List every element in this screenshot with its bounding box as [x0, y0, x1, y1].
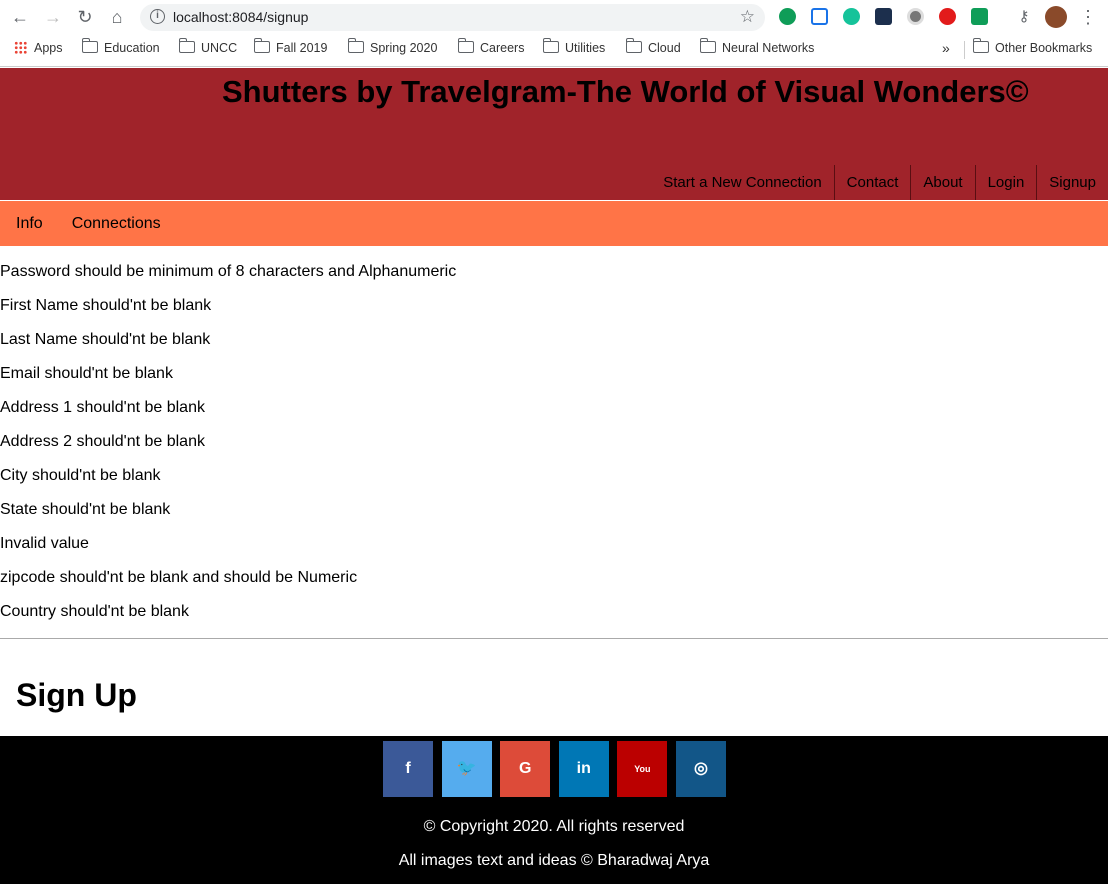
extension-grammarly-icon[interactable]: [843, 8, 860, 25]
error-message: Last Name should'nt be blank: [0, 331, 211, 348]
folder-icon: [625, 38, 642, 53]
bookmark-star-icon[interactable]: ☆: [740, 7, 755, 27]
social-links: f 🐦 Gin You ◎: [383, 741, 726, 797]
bookmarks-overflow-icon[interactable]: »: [942, 41, 950, 59]
error-message: zipcode should'nt be blank and should be…: [0, 569, 358, 586]
extension-check-icon[interactable]: [971, 8, 988, 25]
back-icon[interactable]: ←: [9, 6, 31, 28]
error-message: Invalid value: [0, 535, 89, 552]
bookmark-careers[interactable]: Careers: [457, 38, 524, 59]
extension-circle-icon[interactable]: [907, 8, 924, 25]
nav-login[interactable]: Login: [974, 165, 1037, 200]
bookmark-cloud[interactable]: Cloud: [625, 38, 681, 59]
extension-hangouts-icon[interactable]: [779, 8, 796, 25]
menu-kebab-icon[interactable]: ⋮: [1077, 6, 1099, 28]
reload-icon[interactable]: ↻: [74, 6, 96, 28]
folder-icon: [253, 38, 270, 53]
credit-text: All images text and ideas © Bharadwaj Ar…: [398, 852, 710, 869]
bookmark-spring-2020[interactable]: Spring 2020: [347, 38, 437, 59]
browser-toolbar: ← → ↻ ⌂ i localhost:8084/signup ☆ ⚷ ⋮: [0, 0, 1108, 35]
error-message: Password should be minimum of 8 characte…: [0, 263, 457, 280]
site-title: Shutters by Travelgram-The World of Visu…: [222, 74, 1029, 109]
bookmarks-separator: [964, 41, 965, 59]
subnav-info[interactable]: Info: [0, 201, 59, 246]
site-info-icon[interactable]: i: [150, 9, 165, 24]
copyright-text: © Copyright 2020. All rights reserved: [423, 818, 685, 835]
apps-grid-icon: [14, 41, 27, 54]
folder-icon: [457, 38, 474, 53]
nav-contact[interactable]: Contact: [833, 165, 911, 200]
google-icon[interactable]: G: [500, 741, 551, 797]
home-icon[interactable]: ⌂: [106, 6, 128, 28]
twitter-icon[interactable]: 🐦: [441, 741, 492, 797]
extension-chart-icon[interactable]: [875, 8, 892, 25]
bookmark-education[interactable]: Education: [81, 38, 160, 59]
instagram-icon[interactable]: ◎: [675, 741, 726, 797]
error-message: City should'nt be blank: [0, 467, 161, 484]
folder-icon: [699, 38, 716, 53]
folder-icon: [81, 38, 98, 53]
bookmark-uncc[interactable]: UNCC: [178, 38, 237, 59]
error-message: Address 2 should'nt be blank: [0, 433, 205, 450]
bookmarks-bar: Apps Education UNCC Fall 2019 Spring 202…: [0, 35, 1108, 67]
nav-signup[interactable]: Signup: [1036, 165, 1108, 200]
error-message: Address 1 should'nt be blank: [0, 399, 205, 416]
bookmark-apps[interactable]: Apps: [14, 41, 63, 59]
extension-opera-icon[interactable]: [939, 8, 956, 25]
site-header: Shutters by Travelgram-The World of Visu…: [0, 68, 1108, 200]
profile-avatar[interactable]: [1045, 6, 1067, 28]
top-nav: Start a New Connection Contact About Log…: [651, 165, 1108, 200]
folder-icon: [178, 38, 195, 53]
error-message: State should'nt be blank: [0, 501, 171, 518]
folder-icon: [347, 38, 364, 53]
key-icon[interactable]: ⚷: [1013, 6, 1035, 28]
error-message: First Name should'nt be blank: [0, 297, 212, 314]
page-title: Sign Up: [16, 677, 137, 713]
extension-expand-icon[interactable]: [811, 8, 828, 25]
linkedin-icon[interactable]: in: [558, 741, 609, 797]
nav-start-new-connection[interactable]: Start a New Connection: [651, 165, 833, 200]
subnav-connections[interactable]: Connections: [59, 201, 177, 246]
youtube-icon[interactable]: You: [617, 741, 668, 797]
nav-about[interactable]: About: [910, 165, 974, 200]
site-footer: f 🐦 Gin You ◎ © Copyright 2020. All rights r…: [0, 736, 1108, 884]
bookmark-neural-networks[interactable]: Neural Networks: [699, 38, 814, 59]
error-message: Country should'nt be blank: [0, 603, 189, 620]
forward-icon[interactable]: →: [42, 6, 64, 28]
folder-icon: [972, 38, 989, 53]
address-bar[interactable]: i localhost:8084/signup ☆: [140, 4, 765, 31]
error-message: Email should'nt be blank: [0, 365, 173, 382]
bookmark-fall-2019[interactable]: Fall 2019: [253, 38, 327, 59]
bookmark-other[interactable]: Other Bookmarks: [972, 38, 1092, 59]
url-text[interactable]: localhost:8084/signup: [173, 9, 308, 25]
folder-icon: [542, 38, 559, 53]
bookmark-utilities[interactable]: Utilities: [542, 38, 605, 59]
validation-errors: Password should be minimum of 8 characte…: [0, 263, 1108, 637]
facebook-icon[interactable]: f: [383, 741, 433, 797]
secondary-nav: Info Connections: [0, 201, 1108, 246]
divider: [0, 638, 1108, 639]
